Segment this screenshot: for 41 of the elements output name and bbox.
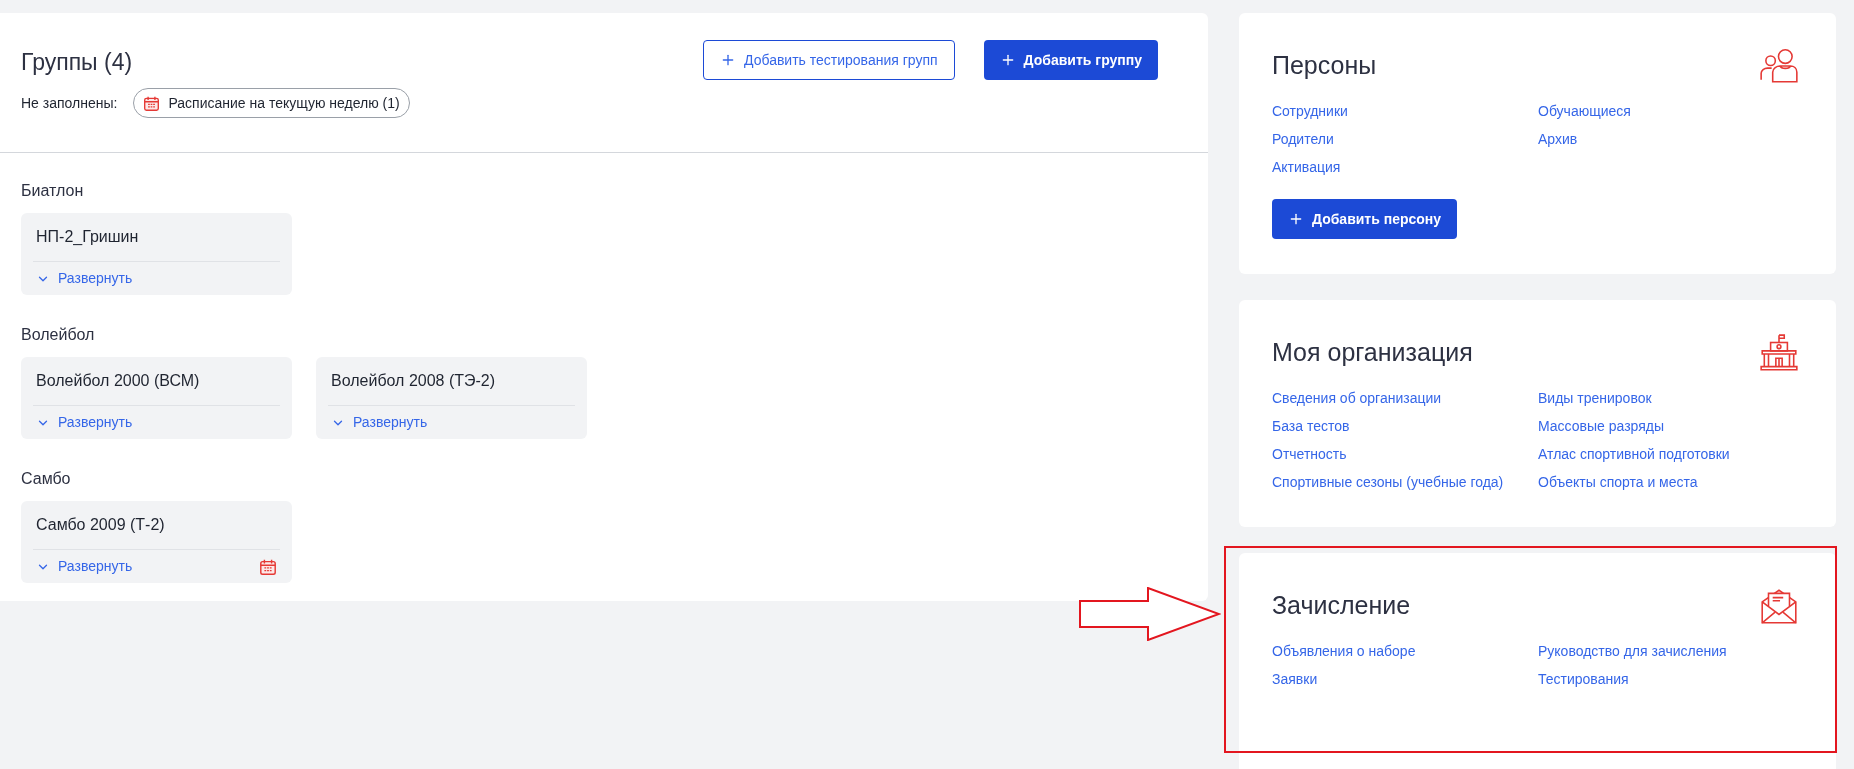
card-link[interactable]: Родители xyxy=(1272,129,1538,149)
building-icon xyxy=(1758,332,1800,374)
card-link[interactable]: Обучающиеся xyxy=(1538,101,1800,121)
card-link[interactable]: База тестов xyxy=(1272,416,1538,436)
calendar-icon xyxy=(143,94,161,112)
plus-icon xyxy=(1288,211,1304,227)
unfilled-label: Не заполнены: xyxy=(21,93,118,113)
group-name: Волейбол 2000 (ВСМ) xyxy=(33,369,280,406)
expand-link[interactable]: Развернуть xyxy=(33,556,136,577)
card-title: Персоны xyxy=(1272,50,1377,81)
card-link[interactable]: Виды тренировок xyxy=(1538,388,1800,408)
card-link[interactable]: Отчетность xyxy=(1272,444,1538,464)
section-title: Биатлон xyxy=(21,181,85,201)
card-link[interactable]: Активация xyxy=(1272,157,1538,177)
add-testing-button[interactable]: Добавить тестирования групп xyxy=(703,40,955,80)
calendar-icon xyxy=(259,557,277,576)
card-link[interactable]: Архив xyxy=(1538,129,1800,149)
card-link[interactable]: Массовые разряды xyxy=(1538,416,1800,436)
card-link[interactable]: Атлас спортивной подготовки xyxy=(1538,444,1800,464)
card-link[interactable]: Объекты спорта и места xyxy=(1538,472,1800,492)
plus-icon xyxy=(720,52,736,68)
panel-title: Группы (4) xyxy=(21,48,133,77)
card-title: Зачисление xyxy=(1272,590,1411,621)
group-name: Волейбол 2008 (ТЭ-2) xyxy=(328,369,575,406)
group-name: НП-2_Гришин xyxy=(33,225,280,262)
section-title: Самбо xyxy=(21,469,72,489)
expand-link[interactable]: Развернуть xyxy=(328,412,431,433)
add-group-button[interactable]: Добавить группу xyxy=(983,40,1158,80)
expand-link[interactable]: Развернуть xyxy=(33,268,136,289)
card-link[interactable]: Сведения об организации xyxy=(1272,388,1538,408)
group-name: Самбо 2009 (Т-2) xyxy=(33,513,280,550)
add-person-button[interactable]: Добавить персону xyxy=(1272,199,1458,239)
card-title: Моя организация xyxy=(1272,337,1473,368)
card-link[interactable]: Спортивные сезоны (учебные года) xyxy=(1272,472,1538,492)
card-link[interactable]: Сотрудники xyxy=(1272,101,1538,121)
expand-link[interactable]: Развернуть xyxy=(33,412,136,433)
section-title: Волейбол xyxy=(21,325,96,345)
card-link[interactable]: Заявки xyxy=(1272,669,1538,689)
card-link[interactable]: Руководство для зачисления xyxy=(1538,641,1800,661)
card-link[interactable]: Тестирования xyxy=(1538,669,1800,689)
card-link[interactable]: Объявления о наборе xyxy=(1272,641,1538,661)
